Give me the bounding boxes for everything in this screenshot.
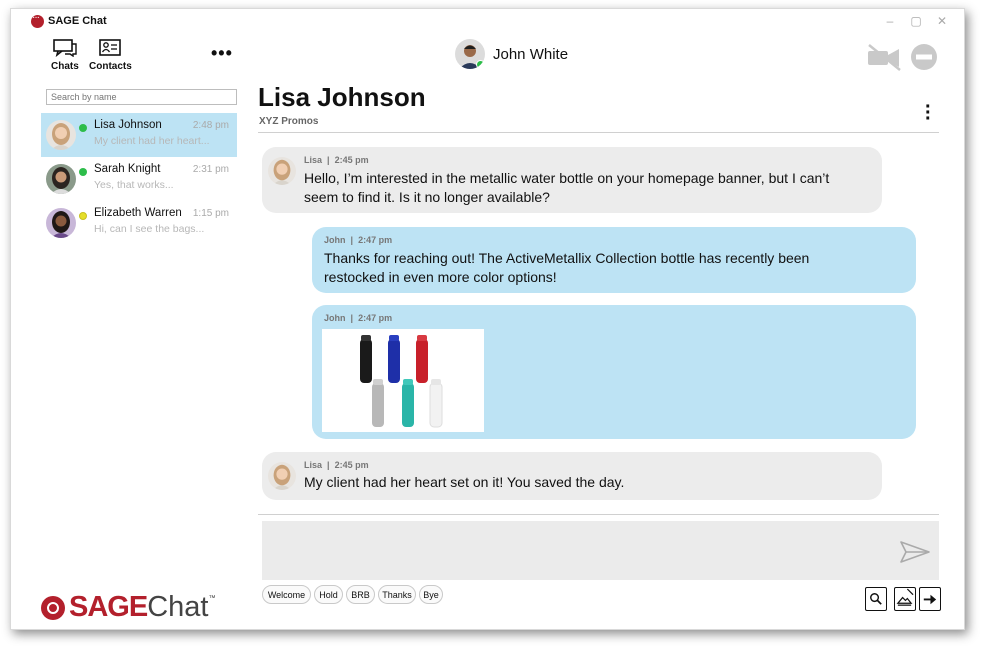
send-icon[interactable] (899, 540, 931, 564)
chats-nav-button[interactable]: Chats (51, 39, 79, 72)
dnd-icon[interactable] (910, 43, 938, 71)
brand-chat-text: Chat (147, 591, 209, 623)
title-bar: SAGE Chat – ▢ ✕ (11, 9, 964, 33)
brand-logo: SAGE Chat ™ (41, 591, 215, 624)
quick-reply-thanks[interactable]: Thanks (378, 585, 416, 604)
contact-preview: Hi, can I see the bags... (94, 223, 205, 235)
contacts-icon (99, 39, 122, 56)
avatar (46, 208, 76, 238)
export-doc-icon (923, 594, 937, 605)
brand-sage-text: SAGE (69, 591, 148, 623)
message-text: Hello, I’m interested in the metallic wa… (304, 170, 830, 205)
sage-logo-icon (31, 12, 44, 28)
conversation-title: Lisa Johnson (258, 82, 426, 112)
conversation-menu-button[interactable]: · · · (925, 97, 932, 129)
avatar (46, 120, 76, 150)
chats-label: Chats (51, 61, 79, 72)
message-outgoing: John | 2:47 pm Thanks for reaching out! … (312, 227, 916, 293)
contact-name: Elizabeth Warren (94, 207, 182, 219)
minimize-button[interactable]: – (884, 14, 896, 28)
message-text: My client had her heart set on it! You s… (304, 474, 625, 490)
window-controls: – ▢ ✕ (884, 14, 948, 28)
quick-reply-welcome[interactable]: Welcome (262, 585, 311, 604)
contacts-nav-button[interactable]: Contacts (89, 39, 132, 72)
contact-time: 2:48 pm (192, 120, 229, 131)
chats-icon (53, 39, 77, 57)
app-title: SAGE Chat (48, 15, 107, 27)
status-away-icon (79, 212, 87, 220)
quick-reply-brb[interactable]: BRB (346, 585, 375, 604)
message-meta: John | 2:47 pm (324, 235, 393, 245)
avatar (268, 462, 296, 490)
contact-item-elizabeth-warren[interactable]: Elizabeth Warren 1:15 pm Hi, can I see t… (41, 201, 237, 245)
quick-reply-bye[interactable]: Bye (419, 585, 443, 604)
status-online-icon (79, 124, 87, 132)
compose-divider (258, 514, 939, 515)
call-controls (866, 43, 938, 71)
maximize-button[interactable]: ▢ (910, 14, 922, 28)
current-user-name: John White (493, 45, 569, 63)
status-online-icon (476, 60, 485, 69)
status-online-icon (79, 168, 87, 176)
brand-tm: ™ (208, 595, 216, 602)
contact-preview: Yes, that works... (94, 179, 174, 191)
image-doc-button[interactable] (894, 587, 916, 611)
search-input[interactable] (46, 89, 237, 105)
contact-name: Sarah Knight (94, 163, 161, 175)
search-doc-button[interactable] (865, 587, 887, 611)
message-outgoing-image: John | 2:47 pm (312, 305, 916, 439)
contact-name: Lisa Johnson (94, 119, 162, 131)
current-user[interactable]: John White (455, 39, 568, 69)
contact-item-sarah-knight[interactable]: Sarah Knight 2:31 pm Yes, that works... (41, 157, 237, 201)
contacts-label: Contacts (89, 61, 132, 72)
export-doc-button[interactable] (919, 587, 941, 611)
sidebar: Chats Contacts ••• Lisa Johnson 2:48 pm … (11, 33, 245, 631)
contact-time: 2:31 pm (192, 164, 229, 175)
search-doc-icon (870, 593, 882, 605)
contact-time: 1:15 pm (192, 208, 229, 219)
avatar (455, 39, 485, 69)
avatar (46, 164, 76, 194)
video-off-icon[interactable] (866, 43, 902, 71)
contact-preview: My client had her heart... (94, 135, 210, 147)
message-incoming: Lisa | 2:45 pm Hello, I’m interested in … (262, 147, 882, 213)
message-incoming: Lisa | 2:45 pm My client had her heart s… (262, 452, 882, 500)
close-button[interactable]: ✕ (936, 14, 948, 28)
contact-item-lisa-johnson[interactable]: Lisa Johnson 2:48 pm My client had her h… (41, 113, 237, 157)
water-bottles-image (322, 329, 484, 432)
product-image[interactable] (322, 329, 484, 432)
message-meta: Lisa | 2:45 pm (304, 460, 369, 470)
message-meta: Lisa | 2:45 pm (304, 155, 369, 165)
quick-reply-hold[interactable]: Hold (314, 585, 343, 604)
message-text: Thanks for reaching out! The ActiveMetal… (324, 250, 810, 285)
message-compose-input[interactable] (262, 521, 939, 580)
header-divider (258, 132, 939, 133)
sage-logo-icon (41, 595, 65, 620)
chat-window: SAGE Chat – ▢ ✕ Chats Contacts (10, 8, 965, 630)
image-doc-icon (896, 588, 914, 606)
conversation-company: XYZ Promos (259, 116, 319, 127)
message-meta: John | 2:47 pm (324, 313, 393, 323)
avatar (268, 157, 296, 185)
more-options-button[interactable]: ••• (211, 43, 233, 64)
